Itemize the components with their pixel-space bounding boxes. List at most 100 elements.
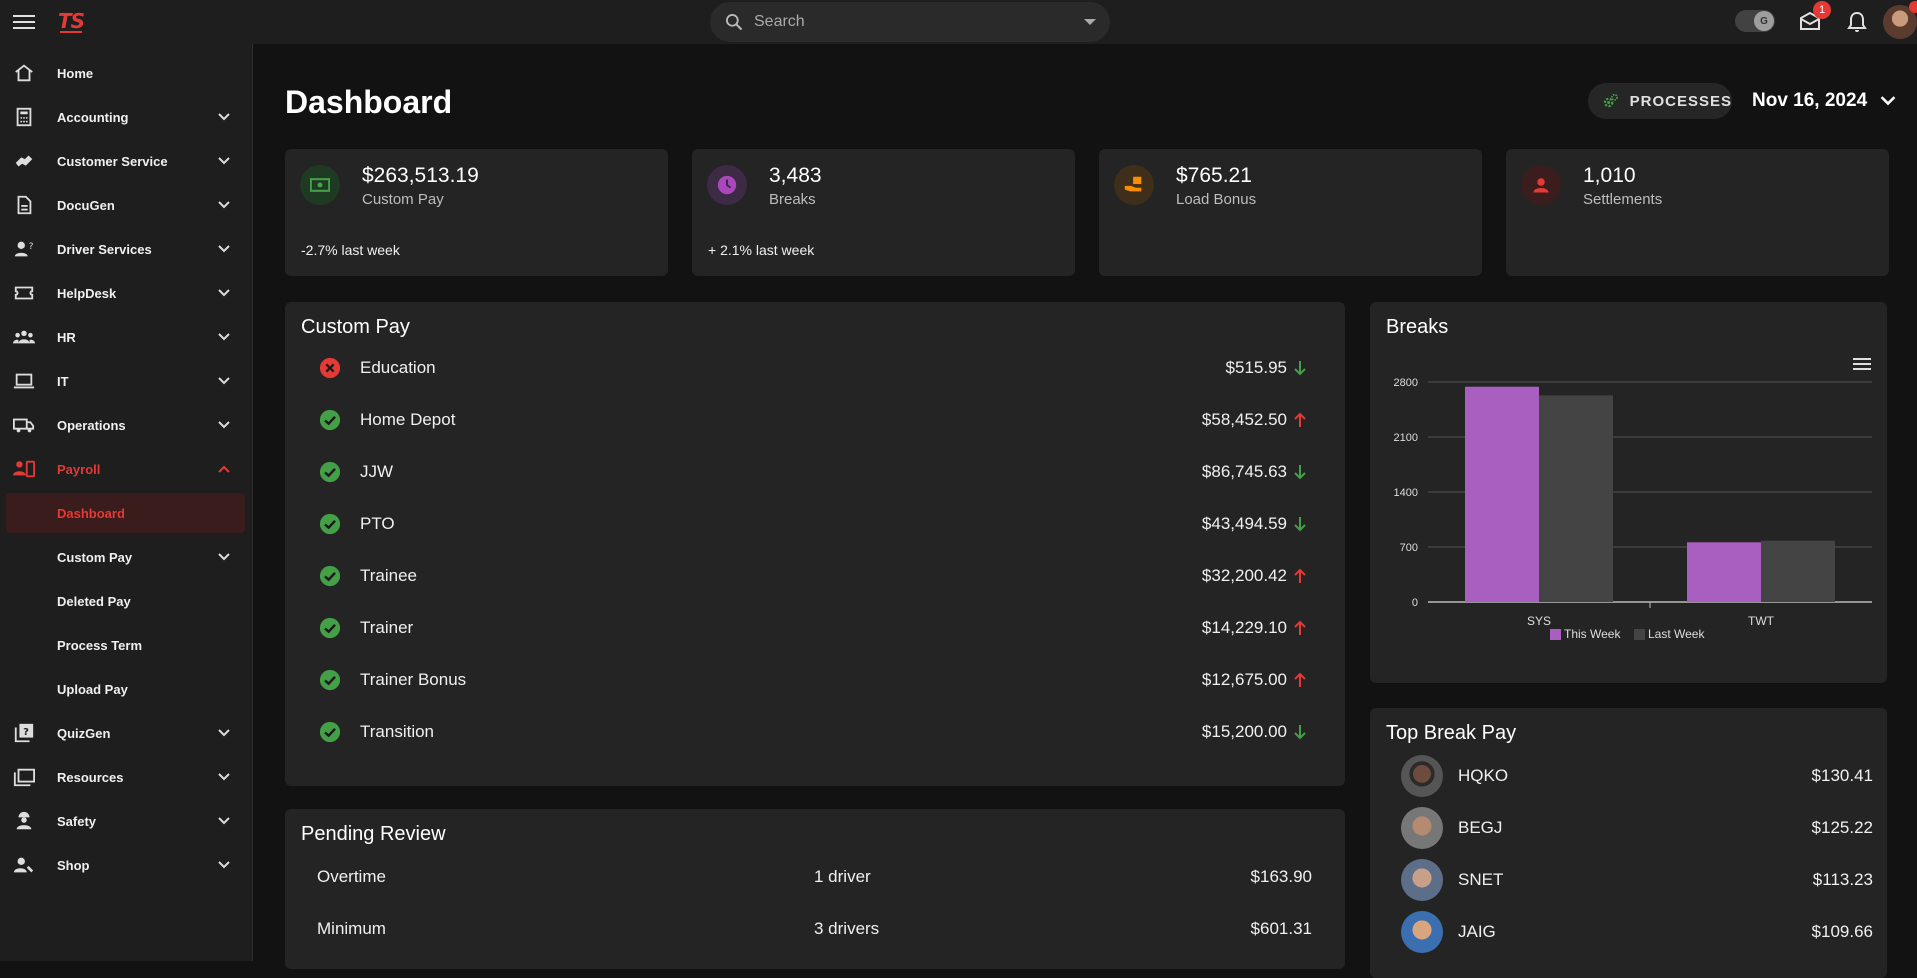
chevron-down-icon xyxy=(218,157,230,165)
legend-swatch xyxy=(1634,629,1645,640)
clock-icon xyxy=(707,165,747,205)
table-row[interactable]: Trainee $32,200.42 xyxy=(285,550,1345,602)
table-row[interactable]: Minimum 3 drivers $601.31 xyxy=(285,903,1345,955)
chevron-down-icon xyxy=(218,861,230,869)
sidebar-item-operations[interactable]: Operations xyxy=(0,405,253,445)
x-tick-label: SYS xyxy=(1527,614,1551,628)
main-content: Dashboard PROCESSES Nov 16, 2024 $263,51… xyxy=(254,44,1917,978)
check-circle-icon xyxy=(319,409,341,431)
home-icon xyxy=(12,61,36,85)
sidebar-subitem-custom-pay[interactable]: Custom Pay xyxy=(0,537,253,577)
sidebar-item-resources[interactable]: Resources xyxy=(0,757,253,797)
person-question-icon: ? xyxy=(12,237,36,261)
pay-amount: $58,452.50 xyxy=(1201,410,1287,429)
sidebar-item-driver-services[interactable]: ? Driver Services xyxy=(0,229,253,269)
driver-code: JAIG xyxy=(1458,922,1496,941)
table-row[interactable]: Trainer Bonus $12,675.00 xyxy=(285,654,1345,706)
stat-value: $263,513.19 xyxy=(362,164,479,187)
pending-type: Minimum xyxy=(317,919,386,938)
sidebar-item-shop[interactable]: Shop xyxy=(0,845,253,885)
pay-type-name: Trainer xyxy=(360,618,414,637)
sidebar-subitem-process-term[interactable]: Process Term xyxy=(0,625,253,665)
search-input[interactable] xyxy=(754,13,1084,31)
table-row[interactable]: Trainer $14,229.10 xyxy=(285,602,1345,654)
sidebar-item-safety[interactable]: Safety xyxy=(0,801,253,841)
bell-icon[interactable] xyxy=(1845,10,1869,34)
pending-amount: $601.31 xyxy=(1250,919,1312,938)
stat-card-custom-pay[interactable]: $263,513.19 Custom Pay -2.7% last week xyxy=(285,149,668,276)
bar-twt-last-week xyxy=(1761,540,1835,602)
processes-button[interactable]: PROCESSES xyxy=(1588,83,1732,119)
table-row[interactable]: Overtime 1 driver $163.90 xyxy=(285,851,1345,903)
card-title: Custom Pay xyxy=(301,316,410,338)
sidebar-item-label: Payroll xyxy=(57,461,101,477)
top-bar: TS G 1 xyxy=(0,0,1917,44)
table-row[interactable]: PTO $43,494.59 xyxy=(285,498,1345,550)
theme-toggle[interactable]: G xyxy=(1735,10,1775,32)
bar-sys-last-week xyxy=(1539,395,1613,602)
pending-amount: $163.90 xyxy=(1250,867,1312,886)
sidebar-subitem-dashboard[interactable]: Dashboard xyxy=(6,493,245,533)
stat-card-settlements[interactable]: 1,010 Settlements xyxy=(1506,149,1889,276)
list-item[interactable]: BEGJ $125.22 xyxy=(1370,803,1887,855)
sidebar-subitem-deleted-pay[interactable]: Deleted Pay xyxy=(0,581,253,621)
logo[interactable]: TS xyxy=(58,9,85,33)
sidebar-item-label: Process Term xyxy=(57,637,143,653)
table-row[interactable]: JJW $86,745.63 xyxy=(285,446,1345,498)
laptop-icon xyxy=(12,369,36,393)
arrow-up-icon xyxy=(1293,412,1307,428)
pending-drivers: 3 drivers xyxy=(814,919,880,938)
check-circle-icon xyxy=(319,617,341,639)
check-circle-icon xyxy=(319,721,341,743)
driver-amount: $125.22 xyxy=(1811,818,1873,837)
pending-review-card: Pending Review Overtime 1 driver $163.90… xyxy=(285,809,1345,969)
pay-amount: $86,745.63 xyxy=(1201,462,1287,481)
sidebar: Home Accounting Customer Service DocuGen… xyxy=(0,44,253,961)
arrow-down-icon xyxy=(1293,516,1307,532)
table-row[interactable]: Transition $15,200.00 xyxy=(285,706,1345,758)
driver-code: BEGJ xyxy=(1458,818,1503,837)
chevron-down-icon xyxy=(218,553,230,561)
avatar xyxy=(1401,911,1443,953)
sidebar-item-label: Shop xyxy=(57,857,90,873)
card-title: Top Break Pay xyxy=(1386,722,1517,744)
pay-type-name: Home Depot xyxy=(360,410,456,429)
chevron-down-icon xyxy=(218,333,230,341)
stat-card-load-bonus[interactable]: $765.21 Load Bonus xyxy=(1099,149,1482,276)
sidebar-item-home[interactable]: Home xyxy=(0,53,253,93)
table-row[interactable]: Home Depot $58,452.50 xyxy=(285,394,1345,446)
menu-icon[interactable] xyxy=(13,12,35,32)
table-row[interactable]: Education $515.95 xyxy=(285,342,1345,394)
sidebar-item-docugen[interactable]: DocuGen xyxy=(0,185,253,225)
logo-underline xyxy=(60,31,82,33)
stat-caption: Custom Pay xyxy=(362,191,444,208)
y-tick-label: 0 xyxy=(1412,597,1418,609)
date-selector[interactable]: Nov 16, 2024 xyxy=(1752,86,1897,116)
sidebar-item-payroll[interactable]: Payroll xyxy=(0,449,253,489)
sidebar-item-quizgen[interactable]: ? QuizGen xyxy=(0,713,253,753)
list-item[interactable]: JAIG $109.66 xyxy=(1370,907,1887,959)
sidebar-subitem-upload-pay[interactable]: Upload Pay xyxy=(0,669,253,709)
folders-icon xyxy=(12,765,36,789)
legend-label: This Week xyxy=(1564,627,1621,641)
sidebar-item-label: Resources xyxy=(57,769,124,785)
search-icon xyxy=(726,14,743,31)
user-avatar[interactable] xyxy=(1883,1,1917,39)
sidebar-item-it[interactable]: IT xyxy=(0,361,253,401)
chevron-down-icon xyxy=(218,201,230,209)
driver-amount: $113.23 xyxy=(1812,870,1873,889)
svg-text:?: ? xyxy=(23,727,29,738)
chevron-down-icon xyxy=(218,113,230,121)
search-box[interactable] xyxy=(710,2,1110,42)
search-dropdown-icon[interactable] xyxy=(1084,19,1096,25)
sidebar-item-accounting[interactable]: Accounting xyxy=(0,97,253,137)
sidebar-item-hr[interactable]: HR xyxy=(0,317,253,357)
list-item[interactable]: HQKO $130.41 xyxy=(1370,751,1887,803)
chevron-down-icon xyxy=(218,817,230,825)
custom-pay-card: Custom Pay Education $515.95 Home Depot $58… xyxy=(285,302,1345,786)
messages-icon[interactable]: 1 xyxy=(1798,1,1831,34)
sidebar-item-helpdesk[interactable]: HelpDesk xyxy=(0,273,253,313)
list-item[interactable]: SNET $113.23 xyxy=(1370,855,1887,907)
sidebar-item-customer-service[interactable]: Customer Service xyxy=(0,141,253,181)
stat-card-breaks[interactable]: 3,483 Breaks + 2.1% last week xyxy=(692,149,1075,276)
